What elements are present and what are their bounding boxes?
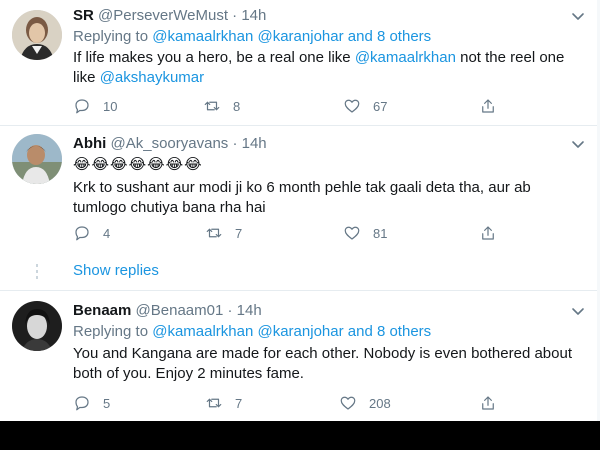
share-icon [482,226,494,240]
avatar[interactable] [12,134,62,184]
replying-to: Replying to @kamaalrkhan @karanjohar and… [73,322,431,342]
tweet-text-line: Krk to sushant aur modi ji ko 6 month pe… [73,179,531,196]
replying-others[interactable]: and 8 others [348,28,431,45]
tweet-text: You and Kangana are made for each other.… [73,344,585,384]
user-handle[interactable]: @Benaam01 [136,302,224,319]
retweet-button[interactable]: 8 [203,96,240,116]
tweet-header: Abhi @Ak_sooryavans · 14h [73,134,267,154]
chevron-down-icon[interactable] [570,136,586,152]
reply-feed: SR @PerseverWeMust · 14h Replying to @ka… [0,0,600,421]
emoji-text: 😂😂😂😂😂😂😂 [73,156,203,173]
reply-button[interactable]: 5 [73,393,110,413]
tweet-text: If life makes you a hero, be a real one … [73,48,585,88]
bottom-black-bar [0,421,600,450]
retweet-count: 7 [235,395,243,411]
display-name[interactable]: SR [73,7,94,24]
like-count: 208 [369,395,391,411]
tweet-text-line: tumlogo chutiya bana rha hai [73,199,266,216]
share-icon [482,396,494,410]
like-button[interactable]: 67 [343,96,387,116]
user-handle[interactable]: @PerseverWeMust [98,7,228,24]
replying-label: Replying to [73,323,149,340]
display-name[interactable]: Benaam [73,302,131,319]
mention-link[interactable]: @kamaalrkhan [355,49,456,66]
tweet-abhi[interactable]: Abhi @Ak_sooryavans · 14h 😂😂😂😂😂😂😂 Krk to… [0,126,600,292]
like-count: 81 [373,225,388,241]
tweet-text-part: not the reel one [460,49,565,66]
reply-icon [75,226,89,241]
tweet-header: Benaam @Benaam01 · 14h [73,301,262,321]
retweet-icon [206,398,222,408]
share-button[interactable] [479,393,497,413]
thread-connector [36,264,38,282]
heart-icon [344,226,360,240]
tweet-actions: 10 8 67 [73,96,513,116]
retweet-count: 7 [235,225,243,241]
reply-icon [75,396,89,411]
timestamp[interactable]: 14h [241,7,266,24]
timestamp[interactable]: 14h [237,302,262,319]
tweet-text-part: like [73,69,96,86]
retweet-count: 8 [233,98,241,114]
share-button[interactable] [479,223,497,243]
reply-button[interactable]: 4 [73,223,110,243]
show-replies-link[interactable]: Show replies [73,261,159,281]
separator-dot: · [227,302,233,319]
tweet-actions: 4 7 81 [73,223,513,243]
replying-handles[interactable]: @kamaalrkhan @karanjohar [152,323,343,340]
like-button[interactable]: 208 [339,393,391,413]
heart-icon [340,396,356,410]
separator-dot: · [232,135,238,152]
tweet-text-line: You and Kangana are made for each other.… [73,345,572,362]
retweet-button[interactable]: 7 [205,393,242,413]
reply-icon [75,99,89,114]
timestamp[interactable]: 14h [242,135,267,152]
tweet-benaam[interactable]: Benaam @Benaam01 · 14h Replying to @kama… [0,291,600,421]
tweet-actions: 5 7 208 [73,393,513,413]
share-button[interactable] [479,96,497,116]
replying-others[interactable]: and 8 others [348,323,431,340]
replying-handles[interactable]: @kamaalrkhan @karanjohar [152,28,343,45]
reply-count: 4 [103,225,111,241]
user-handle[interactable]: @Ak_sooryavans [111,135,229,152]
heart-icon [344,99,360,113]
reply-count: 5 [103,395,111,411]
replying-label: Replying to [73,28,149,45]
display-name[interactable]: Abhi [73,135,106,152]
retweet-icon [204,101,220,111]
reply-button[interactable]: 10 [73,96,117,116]
chevron-down-icon[interactable] [570,303,586,319]
retweet-button[interactable]: 7 [205,223,242,243]
avatar[interactable] [12,10,62,60]
tweet-text-part: If life makes you a hero, be a real one … [73,49,351,66]
like-count: 67 [373,98,388,114]
like-button[interactable]: 81 [343,223,387,243]
replying-to: Replying to @kamaalrkhan @karanjohar and… [73,27,431,47]
share-icon [482,99,494,113]
separator-dot: · [232,7,238,24]
reply-count: 10 [103,98,118,114]
mention-link[interactable]: @akshaykumar [100,69,204,86]
tweet-header: SR @PerseverWeMust · 14h [73,6,266,26]
tweet-text: Krk to sushant aur modi ji ko 6 month pe… [73,178,585,218]
avatar[interactable] [12,301,62,351]
chevron-down-icon[interactable] [570,8,586,24]
retweet-icon [206,228,222,238]
tweet-sr[interactable]: SR @PerseverWeMust · 14h Replying to @ka… [0,0,600,126]
tweet-text-line: both of you. Enjoy 2 minutes fame. [73,365,304,382]
